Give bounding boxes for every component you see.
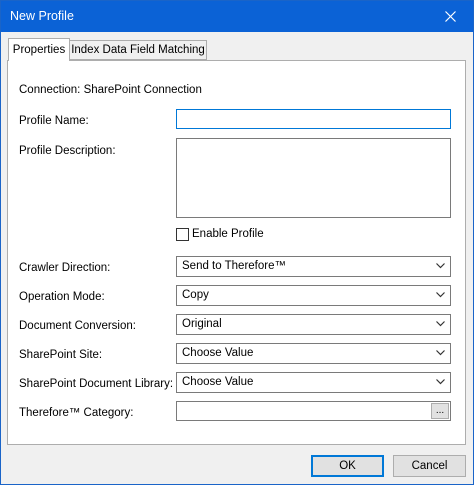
tab-index-data-field-matching-label: Index Data Field Matching — [71, 44, 205, 56]
tab-index-data-field-matching[interactable]: Index Data Field Matching — [69, 40, 207, 60]
chevron-down-icon — [436, 292, 445, 298]
document-conversion-label: Document Conversion: — [19, 320, 136, 332]
chevron-down-icon — [436, 321, 445, 327]
operation-mode-value: Copy — [182, 289, 209, 301]
sharepoint-site-select[interactable]: Choose Value — [176, 343, 451, 364]
chevron-down-icon — [436, 350, 445, 356]
crawler-direction-label: Crawler Direction: — [19, 262, 111, 274]
sharepoint-site-value: Choose Value — [182, 347, 254, 359]
enable-profile-label[interactable]: Enable Profile — [192, 228, 264, 240]
document-conversion-value: Original — [182, 318, 222, 330]
profile-description-input[interactable] — [176, 138, 451, 218]
cancel-button[interactable]: Cancel — [393, 455, 466, 477]
chevron-down-icon — [436, 379, 445, 385]
chevron-down-icon — [436, 263, 445, 269]
enable-profile-checkbox[interactable] — [176, 228, 189, 241]
close-button[interactable] — [427, 1, 473, 32]
operation-mode-select[interactable]: Copy — [176, 285, 451, 306]
sharepoint-document-library-label: SharePoint Document Library: — [19, 378, 174, 390]
document-conversion-select[interactable]: Original — [176, 314, 451, 335]
therefore-category-field[interactable]: ... — [176, 401, 451, 421]
title-bar[interactable]: New Profile — [1, 1, 473, 32]
profile-name-label: Profile Name: — [19, 115, 89, 127]
ellipsis-icon: ... — [435, 405, 445, 416]
tab-properties-label: Properties — [12, 44, 66, 56]
window-title: New Profile — [10, 9, 74, 23]
sharepoint-site-label: SharePoint Site: — [19, 349, 103, 361]
operation-mode-label: Operation Mode: — [19, 291, 105, 303]
browse-category-button[interactable]: ... — [431, 403, 449, 419]
crawler-direction-select[interactable]: Send to Therefore™ — [176, 256, 451, 277]
crawler-direction-value: Send to Therefore™ — [182, 260, 286, 272]
sharepoint-document-library-value: Choose Value — [182, 376, 254, 388]
sharepoint-document-library-select[interactable]: Choose Value — [176, 372, 451, 393]
profile-description-label: Profile Description: — [19, 145, 116, 157]
therefore-category-label: Therefore™ Category: — [19, 407, 134, 419]
close-icon — [444, 11, 456, 22]
profile-name-input[interactable] — [176, 109, 451, 129]
ok-button[interactable]: OK — [311, 455, 384, 477]
tab-properties[interactable]: Properties — [8, 38, 70, 61]
connection-label: Connection: SharePoint Connection — [19, 84, 202, 96]
